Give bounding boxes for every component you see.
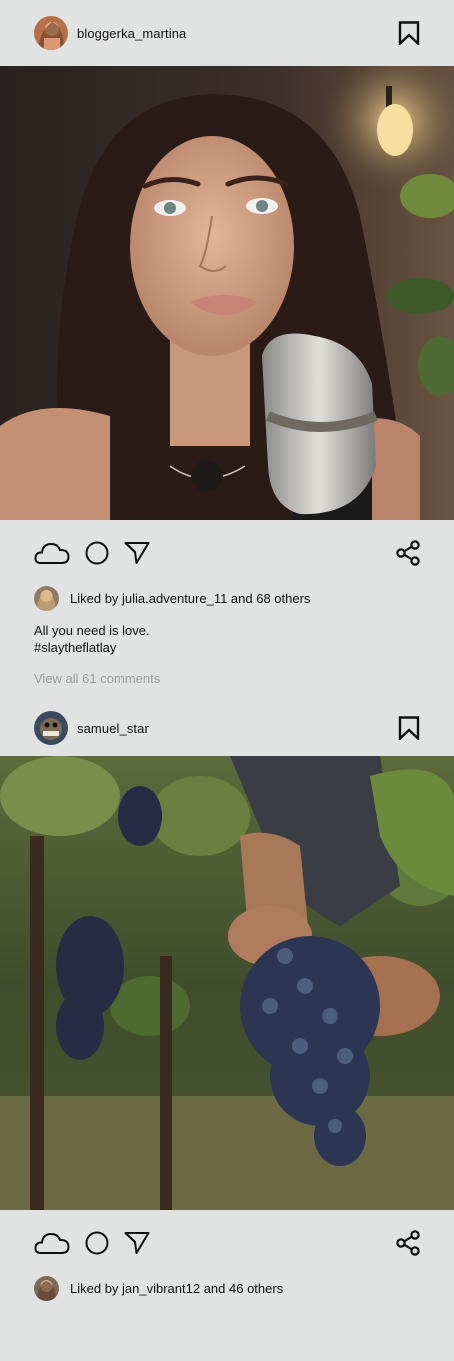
post-2: samuel_star Liked by jan_vibrant12 and 4… (0, 700, 454, 1301)
username[interactable]: samuel_star (77, 721, 149, 736)
caption: All you need is love. #slaytheflatlay (0, 622, 454, 656)
view-comments-link[interactable]: View all 61 comments (0, 671, 454, 686)
hashtag[interactable]: #slaytheflatlay (34, 639, 420, 656)
circle-icon[interactable] (84, 540, 110, 566)
cloud-icon[interactable] (34, 1230, 70, 1256)
likes-text[interactable]: Liked by julia.adventure_11 and 68 other… (70, 591, 310, 606)
post-user[interactable]: bloggerka_martina (34, 16, 186, 50)
post-header: samuel_star (0, 700, 454, 756)
post-photo[interactable] (0, 66, 454, 520)
share-icon[interactable] (396, 540, 420, 566)
post-header: bloggerka_martina (0, 0, 454, 66)
post-photo[interactable] (0, 756, 454, 1210)
avatar[interactable] (34, 711, 68, 745)
share-icon[interactable] (396, 1230, 420, 1256)
avatar[interactable] (34, 586, 59, 611)
post-1: bloggerka_martina Liked by julia.adventu… (0, 0, 454, 686)
avatar[interactable] (34, 16, 68, 50)
post-actions (0, 520, 454, 586)
post-user[interactable]: samuel_star (34, 711, 149, 745)
caption-line: All you need is love. (34, 623, 150, 638)
likes-row: Liked by julia.adventure_11 and 68 other… (0, 586, 454, 611)
send-icon[interactable] (124, 1231, 150, 1255)
avatar[interactable] (34, 1276, 59, 1301)
username[interactable]: bloggerka_martina (77, 26, 186, 41)
bookmark-icon[interactable] (398, 716, 420, 742)
bookmark-icon[interactable] (398, 21, 420, 47)
likes-row: Liked by jan_vibrant12 and 46 others (0, 1276, 454, 1301)
cloud-icon[interactable] (34, 540, 70, 566)
circle-icon[interactable] (84, 1230, 110, 1256)
send-icon[interactable] (124, 541, 150, 565)
post-actions (0, 1210, 454, 1276)
likes-text[interactable]: Liked by jan_vibrant12 and 46 others (70, 1281, 283, 1296)
